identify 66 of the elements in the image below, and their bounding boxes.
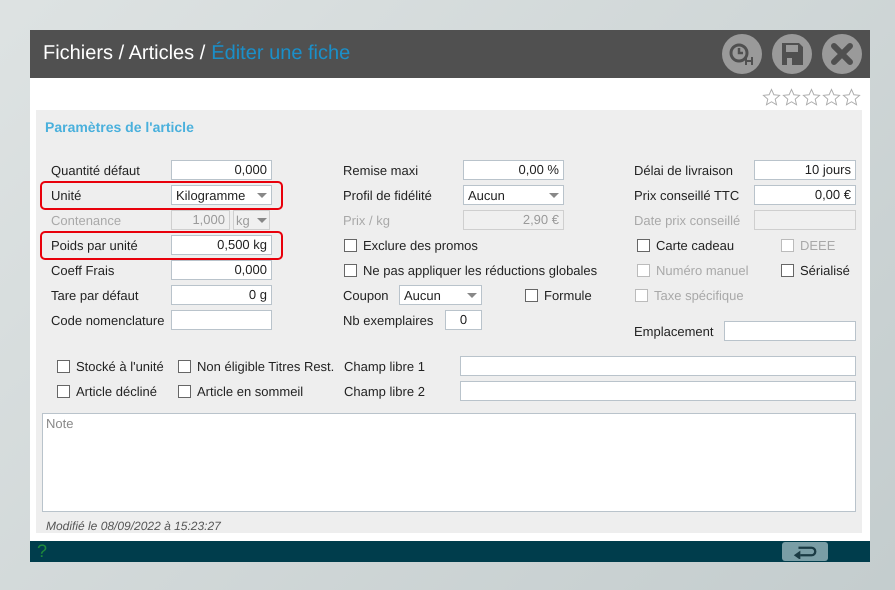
- checkbox-label[interactable]: Formule: [544, 288, 592, 302]
- checkbox[interactable]: [178, 384, 191, 398]
- checkbox[interactable]: [57, 384, 70, 398]
- field-label: Coupon: [343, 288, 390, 302]
- checkbox-label[interactable]: Sérialisé: [800, 262, 850, 278]
- checkbox-label[interactable]: Stocké à l'unité: [76, 358, 164, 374]
- checkbox[interactable]: [57, 360, 70, 372]
- checkbox[interactable]: [178, 360, 191, 372]
- dropdown[interactable]: Aucun: [463, 185, 564, 205]
- field-label: Tare par défaut: [51, 288, 140, 302]
- text-field[interactable]: [724, 321, 856, 341]
- checkbox[interactable]: [344, 264, 357, 276]
- text-field[interactable]: [460, 356, 856, 376]
- field-label: Prix conseillé TTC: [634, 188, 740, 202]
- field-label: Emplacement: [634, 324, 714, 338]
- close-icon[interactable]: [822, 34, 862, 74]
- field-label: Profil de fidélité: [343, 188, 433, 202]
- dropdown-arrow-icon: [257, 218, 267, 222]
- checkbox-label[interactable]: Article décliné: [76, 384, 157, 398]
- breadcrumb-path: Fichiers / Articles /: [43, 42, 206, 64]
- page-title: Éditer une fiche: [211, 42, 350, 64]
- field-label: Nb exemplaires: [343, 312, 434, 328]
- section-title: Paramètres de l'article: [44, 118, 194, 136]
- text-field[interactable]: 0 g: [171, 285, 272, 305]
- checkbox-label[interactable]: Article en sommeil: [197, 384, 304, 398]
- checkbox-label[interactable]: Carte cadeau: [656, 238, 734, 252]
- field-label: Unité: [51, 188, 82, 202]
- field-label: Code nomenclature: [51, 312, 166, 328]
- field-label: Remise maxi: [343, 162, 420, 178]
- text-field[interactable]: [171, 310, 272, 330]
- note-field[interactable]: Note: [42, 412, 856, 512]
- clock-icon[interactable]: [722, 34, 762, 74]
- field-label: Contenance: [51, 212, 122, 228]
- text-field[interactable]: 0,00 %: [463, 160, 564, 180]
- checkbox-label[interactable]: Ne pas appliquer les réductions globales: [363, 262, 598, 278]
- modified-date: Modifié le 08/09/2022 à 15:23:27: [46, 518, 221, 532]
- checkbox[interactable]: [525, 288, 538, 302]
- text-field[interactable]: 0,000: [171, 160, 272, 180]
- field-label: Date prix conseillé: [634, 212, 742, 228]
- field-label: Coeff Frais: [51, 262, 116, 278]
- field-label: Prix / kg: [343, 212, 391, 228]
- return-icon: [791, 544, 819, 559]
- checkbox-label[interactable]: Exclure des promos: [363, 238, 478, 252]
- return-button[interactable]: [782, 542, 828, 561]
- save-icon[interactable]: [772, 34, 812, 74]
- field-label: Champ libre 1: [344, 358, 426, 374]
- checkbox[interactable]: [637, 238, 650, 252]
- dropdown[interactable]: Aucun: [399, 285, 482, 305]
- text-field[interactable]: 10 jours: [754, 160, 856, 180]
- star-rating[interactable]: [762, 88, 861, 106]
- text-field[interactable]: 0,00 €: [754, 185, 856, 205]
- dropdown-arrow-icon: [549, 192, 559, 198]
- field-label: Quantité défaut: [51, 162, 141, 178]
- checkbox-label[interactable]: Non éligible Titres Rest.: [197, 358, 334, 374]
- field-label: Champ libre 2: [344, 384, 426, 398]
- text-field[interactable]: [460, 381, 856, 401]
- dropdown-arrow-icon: [467, 292, 477, 298]
- dropdown[interactable]: Kilogramme: [171, 185, 272, 205]
- text-field[interactable]: 0: [445, 310, 482, 330]
- checkbox[interactable]: [344, 238, 357, 252]
- text-field[interactable]: 0,500 kg: [171, 235, 272, 255]
- text-field[interactable]: 0,000: [171, 260, 272, 280]
- field-label: Délai de livraison: [634, 162, 734, 178]
- dropdown-arrow-icon: [257, 192, 267, 198]
- field-label: Poids par unité: [51, 238, 139, 252]
- checkbox[interactable]: [781, 264, 794, 276]
